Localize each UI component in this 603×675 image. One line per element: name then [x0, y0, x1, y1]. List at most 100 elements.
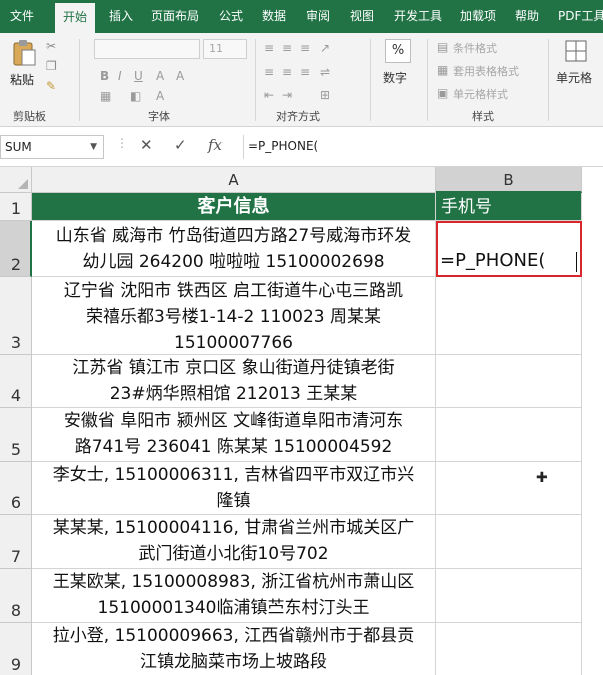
row-header-1[interactable]: 1	[0, 193, 32, 221]
name-box-value: SUM	[5, 140, 32, 154]
table-cell-b4[interactable]	[436, 355, 582, 408]
number-format-button[interactable]: % 数字	[381, 39, 415, 99]
table-cell-a2[interactable]: 山东省 威海市 竹岛街道四方路27号威海市环发 幼儿园 264200 啦啦啦 15…	[32, 221, 436, 277]
indent-decrease-icon[interactable]: ⇤	[264, 88, 274, 102]
indent-increase-icon[interactable]: ⇥	[282, 88, 292, 102]
table-cell-a6[interactable]: 李女士, 15100006311, 吉林省四平市双辽市兴 隆镇	[32, 462, 436, 515]
font-name-select[interactable]	[94, 39, 200, 59]
insert-function-icon[interactable]: fx	[208, 136, 222, 154]
border-icon[interactable]: ▦	[100, 89, 111, 103]
alignment-group-label: 对齐方式	[276, 110, 320, 123]
font-group-label: 字体	[148, 110, 170, 123]
cell-styles-icon[interactable]: ▣	[437, 86, 448, 100]
tab-review[interactable]: 审阅	[306, 0, 330, 33]
cells-button[interactable]: 单元格	[556, 39, 600, 99]
tab-home[interactable]: 开始	[55, 3, 96, 33]
tab-pdf-tools[interactable]: PDF工具	[558, 0, 603, 33]
table-cell-b8[interactable]	[436, 569, 582, 623]
row-header-3[interactable]: 3	[0, 277, 32, 355]
conditional-format-button[interactable]: 条件格式	[453, 40, 497, 56]
chevron-down-icon[interactable]: ▼	[90, 136, 97, 158]
enter-icon[interactable]: ✓	[174, 136, 187, 154]
row-header-6[interactable]: 6	[0, 462, 32, 515]
table-cell-a7[interactable]: 某某某, 15100004116, 甘肃省兰州市城关区广 武门街道小北街10号70…	[32, 515, 436, 569]
select-all-corner[interactable]	[0, 167, 32, 193]
wrap-text-icon[interactable]: ⇌	[320, 65, 330, 79]
align-left-icon[interactable]: ≡	[264, 65, 274, 79]
align-right-icon[interactable]: ≡	[300, 65, 310, 79]
tab-addins[interactable]: 加载项	[460, 0, 496, 33]
format-as-table-button[interactable]: 套用表格格式	[453, 63, 519, 79]
number-label: 数字	[383, 71, 408, 85]
row-header-8[interactable]: 8	[0, 569, 32, 623]
name-box[interactable]: SUM ▼	[0, 135, 104, 159]
font-color-icon[interactable]: A	[156, 89, 164, 103]
table-cell-a4[interactable]: 江苏省 镇江市 京口区 象山街道丹徒镇老街 23#炳华照相馆 212013 王某某	[32, 355, 436, 408]
cancel-icon[interactable]: ✕	[140, 136, 153, 154]
table-cell-b7[interactable]	[436, 515, 582, 569]
font-size-select[interactable]: 11	[203, 39, 247, 59]
ribbon-divider	[548, 39, 549, 121]
ribbon-divider	[255, 39, 256, 121]
styles-group-label: 样式	[472, 110, 494, 123]
row-header-4[interactable]: 4	[0, 355, 32, 408]
header-cell-customer-info[interactable]: 客户信息	[32, 193, 436, 221]
formula-input[interactable]: =P_PHONE(	[243, 135, 603, 159]
table-cell-b6[interactable]	[436, 462, 582, 515]
header-cell-phone[interactable]: 手机号	[436, 193, 582, 221]
table-cell-b3[interactable]	[436, 277, 582, 355]
tab-formulas[interactable]: 公式	[219, 0, 243, 33]
font-decrease-icon[interactable]: A	[176, 69, 184, 83]
row-header-2[interactable]: 2	[0, 221, 32, 277]
cell-styles-button[interactable]: 单元格样式	[453, 86, 508, 102]
fill-color-icon[interactable]: ◧	[130, 89, 141, 103]
cells-label: 单元格	[556, 71, 593, 85]
conditional-format-icon[interactable]: ▤	[437, 40, 448, 54]
underline-icon[interactable]: U	[134, 69, 143, 83]
corner-triangle-icon	[18, 179, 28, 189]
cell-edit-text[interactable]: =P_PHONE(	[440, 250, 545, 271]
tab-file[interactable]: 文件	[10, 0, 34, 33]
table-cell-a9[interactable]: 拉小登, 15100009663, 江西省赣州市于都县贡 江镇龙脑菜市场上坡路段	[32, 623, 436, 675]
tab-insert[interactable]: 插入	[109, 0, 133, 33]
excel-window: 文件 开始 插入 页面布局 公式 数据 审阅 视图 开发工具 加载项 帮助 PD…	[0, 0, 603, 675]
align-center-icon[interactable]: ≡	[282, 65, 292, 79]
row-header-5[interactable]: 5	[0, 408, 32, 462]
column-header-b[interactable]: B	[436, 167, 582, 193]
table-cell-a3[interactable]: 辽宁省 沈阳市 铁西区 启工街道牛心屯三路凯 荣禧乐都3号楼1-14-2 1100…	[32, 277, 436, 355]
paste-label: 粘贴	[10, 73, 35, 87]
cut-icon[interactable]: ✂	[46, 39, 56, 53]
align-bottom-icon[interactable]: ≡	[300, 41, 310, 55]
table-format-icon[interactable]: ▦	[437, 63, 448, 77]
copy-icon[interactable]: ❐	[46, 59, 57, 73]
tab-developer[interactable]: 开发工具	[394, 0, 442, 33]
table-cell-a5[interactable]: 安徽省 阜阳市 颍州区 文峰街道阜阳市清河东 路741号 236041 陈某某 1…	[32, 408, 436, 462]
font-increase-icon[interactable]: A	[156, 69, 164, 83]
row-header-7[interactable]: 7	[0, 515, 32, 569]
table-cell-b5[interactable]	[436, 408, 582, 462]
table-cell-b9[interactable]	[436, 623, 582, 675]
paste-button[interactable]: 粘贴	[8, 39, 40, 89]
orientation-icon[interactable]: ↗	[320, 41, 330, 55]
tab-page-layout[interactable]: 页面布局	[151, 0, 199, 33]
formula-bar: SUM ▼ ⋮ ✕ ✓ fx =P_PHONE(	[0, 127, 603, 167]
bold-icon[interactable]: B	[100, 69, 109, 83]
ribbon-divider	[370, 39, 371, 121]
tab-help[interactable]: 帮助	[515, 0, 539, 33]
format-painter-icon[interactable]: ✎	[46, 79, 56, 93]
align-middle-icon[interactable]: ≡	[282, 41, 292, 55]
ribbon-divider	[79, 39, 80, 121]
merge-cells-icon[interactable]: ⊞	[320, 88, 330, 102]
align-top-icon[interactable]: ≡	[264, 41, 274, 55]
ribbon: 粘贴 ✂ ❐ ✎ 剪贴板 11 B I U A A ▦ ◧ A 字体 ≡ ≡ ≡…	[0, 33, 603, 127]
italic-icon[interactable]: I	[118, 69, 122, 83]
column-header-a[interactable]: A	[32, 167, 436, 193]
more-options-icon: ⋮	[116, 136, 128, 150]
row-header-9[interactable]: 9	[0, 623, 32, 675]
ribbon-divider	[427, 39, 428, 121]
tab-data[interactable]: 数据	[262, 0, 286, 33]
cell-cursor-plus-icon: ✚	[536, 470, 548, 486]
tab-view[interactable]: 视图	[350, 0, 374, 33]
table-cell-a8[interactable]: 王某欧某, 15100008983, 浙江省杭州市萧山区 15100001340临…	[32, 569, 436, 623]
menu-bar: 文件 开始 插入 页面布局 公式 数据 审阅 视图 开发工具 加载项 帮助 PD…	[0, 0, 603, 33]
